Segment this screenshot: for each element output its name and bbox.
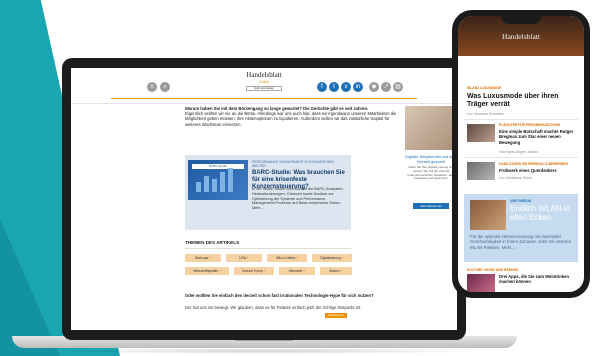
- article-answer-2: Der hat uns nie bewegt. Wir glauben, das…: [185, 305, 362, 310]
- rail-ad-button[interactable]: Jetzt teilnehmen: [413, 203, 449, 209]
- promo-image[interactable]: BARC-Studie: [188, 160, 248, 200]
- promo-kicker: PERFORMANCE MANAGEMENT IN DYNAMISCHEN WE…: [252, 160, 334, 168]
- topic-tag-label: Silicon Valley: [275, 256, 296, 260]
- plus-icon: +: [209, 256, 212, 260]
- topic-tag-label: Microsoft: [288, 269, 303, 273]
- phone-ad-box[interactable]: UNITYMEDIA Endlich WLAN in allen Ecken. …: [464, 194, 578, 262]
- phone-logo[interactable]: Handelsblatt: [458, 32, 584, 41]
- rail-ad-title[interactable]: Digitale Wegbereiter auf dem Vierseit ge…: [405, 154, 457, 164]
- bottom-article-title[interactable]: Drei Apps, die Sie zum Weintrinken mache…: [499, 274, 579, 285]
- plus-icon: +: [263, 269, 266, 273]
- plus-icon: +: [303, 269, 306, 273]
- article-title[interactable]: Eine simple Botschaft machte Rutger Breg…: [499, 129, 579, 145]
- site-logo[interactable]: Handelsblatt: [229, 71, 299, 79]
- phone-screen: Handelsblatt BILANZ LUXUSMODE Was Luxusm…: [458, 16, 584, 292]
- menu-icon[interactable]: ≡: [147, 82, 157, 92]
- article-answer: Eigentlich wollten wir nie an die Börse.…: [185, 111, 397, 127]
- themes-divider: [185, 248, 351, 249]
- plus-icon: +: [246, 256, 249, 260]
- article-author: Von Christiane Ruhle: [499, 176, 532, 180]
- laptop-shadow: [40, 348, 490, 354]
- promo-body: In der neuen Studie untersuchen die BARC…: [252, 187, 343, 211]
- share-icon[interactable]: ↗: [381, 82, 391, 92]
- topic-tag-label: Wirtschaftspolitik: [193, 269, 218, 273]
- phone-ad-kicker: UNITYMEDIA: [510, 199, 532, 203]
- lead-kicker: BILANZ LUXUSMODE: [467, 86, 502, 90]
- divider: [464, 119, 578, 120]
- divider: [464, 157, 578, 158]
- site-header: ≡ ⌕ Handelsblatt Online Jetzt anmelden f…: [71, 68, 457, 104]
- plus-icon: +: [341, 256, 344, 260]
- promo-bar-2: [204, 176, 209, 192]
- search-icon[interactable]: ⌕: [160, 82, 170, 92]
- article-thumbnail[interactable]: [467, 124, 495, 142]
- rail-ad-body: Teilen Sie Ihre digitale Lösung und werd…: [407, 165, 455, 181]
- phone-notch: [501, 16, 541, 24]
- article-thumbnail[interactable]: [467, 274, 495, 292]
- bottom-kicker: KULTURE, MUSIK UND RÄNKEN: [467, 268, 519, 272]
- site-logo-subtitle: Online: [258, 80, 270, 84]
- promo-box[interactable]: BARC-Studie PERFORMANCE MANAGEMENT IN DY…: [185, 155, 351, 230]
- topic-tag[interactable]: Silicon Valley +: [267, 254, 307, 262]
- topic-tag-label: Donald Trump: [242, 269, 263, 273]
- topic-tag[interactable]: Digitalisierung +: [312, 254, 352, 262]
- header-divider: [111, 98, 417, 99]
- article-thumbnail[interactable]: [467, 162, 495, 180]
- article-author: Von Hans-Jürgen Jakobs: [499, 150, 539, 154]
- read-more-button[interactable]: Weiterlesen: [325, 313, 347, 318]
- phone-ad-image: [470, 200, 506, 230]
- topic-tag-label: USA: [239, 256, 246, 260]
- topic-tag-label: Start-ups: [194, 256, 209, 260]
- article-kicker: HANS SAGEN SIE EBENFALLS BEWERBEN: [499, 162, 568, 166]
- lead-author: Von Susanne Schreiber: [467, 112, 504, 116]
- article-question-2: Oder wollten Sie einfach den derzeit sch…: [185, 293, 374, 298]
- login-button[interactable]: Jetzt anmelden: [246, 86, 282, 91]
- plus-icon: +: [340, 269, 343, 273]
- themes-heading: THEMEN DES ARTIKELS: [185, 240, 240, 245]
- topic-tag-label: Boston: [329, 269, 340, 273]
- phone-device: Handelsblatt BILANZ LUXUSMODE Was Luxusm…: [452, 10, 590, 298]
- linkedin-icon[interactable]: in: [353, 82, 363, 92]
- article-lead: Warum haben Sie mit dem Börsengang so la…: [185, 106, 397, 127]
- topic-tag[interactable]: Donald Trump +: [234, 267, 274, 275]
- topic-tag-label: Digitalisierung: [320, 256, 341, 260]
- topic-tag[interactable]: Boston +: [320, 267, 352, 275]
- promo-bar-5: [228, 168, 233, 192]
- topic-tag[interactable]: Wirtschaftspolitik +: [185, 267, 229, 275]
- lead-headline[interactable]: Was Luxusmode über ihren Träger verrät: [467, 93, 579, 109]
- promo-bar-4: [220, 172, 225, 192]
- plus-icon: +: [218, 269, 221, 273]
- article-title[interactable]: Frühwerk eines Querdenkers: [499, 168, 579, 173]
- phone-ad-body: Für die optimale Heimvernetzung mit maxi…: [470, 234, 572, 250]
- print-icon[interactable]: ▤: [393, 82, 403, 92]
- rail-ad-image[interactable]: [405, 106, 457, 150]
- article-kicker: PLÄDOYER FÜR PREISBEWUSSTSEIN: [499, 123, 560, 127]
- plus-icon: +: [296, 256, 299, 260]
- xing-icon[interactable]: x: [341, 82, 351, 92]
- facebook-icon[interactable]: f: [317, 82, 327, 92]
- promo-bar-3: [212, 179, 217, 192]
- laptop-screen: ≡ ⌕ Handelsblatt Online Jetzt anmelden f…: [71, 68, 457, 330]
- promo-bar-1: [196, 182, 201, 192]
- marketing-stage: ≡ ⌕ Handelsblatt Online Jetzt anmelden f…: [0, 0, 593, 356]
- twitter-icon[interactable]: t: [329, 82, 339, 92]
- bookmark-icon[interactable]: ◆: [369, 82, 379, 92]
- laptop-device: ≡ ⌕ Handelsblatt Online Jetzt anmelden f…: [62, 58, 466, 340]
- promo-image-label: BARC-Studie: [192, 164, 244, 169]
- phone-ad-title: Endlich WLAN in allen Ecken.: [510, 204, 571, 222]
- topic-tag[interactable]: Start-ups +: [185, 254, 221, 262]
- topic-tag[interactable]: Microsoft +: [279, 267, 315, 275]
- topic-tag[interactable]: USA +: [226, 254, 262, 262]
